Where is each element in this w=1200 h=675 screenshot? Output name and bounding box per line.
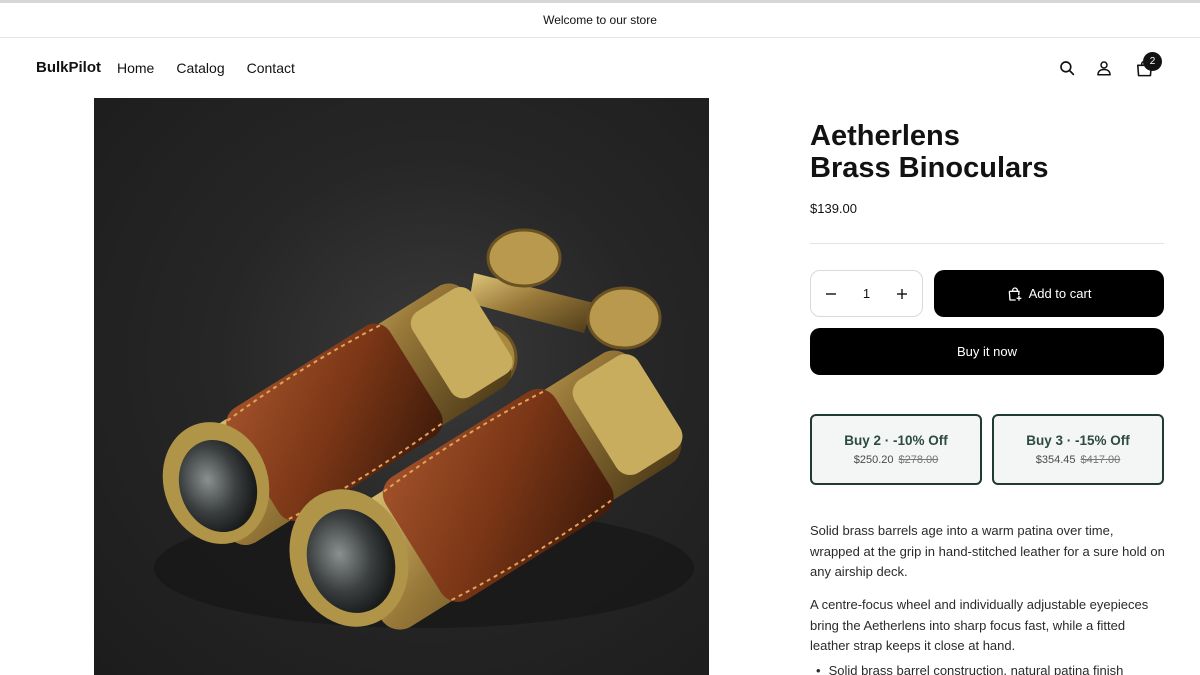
add-to-cart-label: Add to cart <box>1028 286 1092 301</box>
nav-link-contact[interactable]: Contact <box>247 60 295 76</box>
bundle-compare-price: $417.00 <box>1080 454 1121 466</box>
product-description-paragraph: A centre-focus wheel and individually ad… <box>810 597 1149 653</box>
announcement-text: Welcome to our store <box>543 13 657 27</box>
minus-icon <box>826 292 836 295</box>
site-header: BulkPilot Home Catalog Contact <box>0 38 1200 98</box>
feature-text: Solid brass barrel construction, natural… <box>828 663 1124 675</box>
binoculars-photo <box>154 228 694 630</box>
product-title: Aetherlens Brass Binoculars <box>810 120 1164 184</box>
cart-count-badge: 2 <box>1143 52 1162 71</box>
cart-add-icon <box>1008 286 1021 301</box>
store-logo[interactable]: BulkPilot <box>36 59 101 76</box>
product-image[interactable] <box>94 98 709 675</box>
nav-link-home[interactable]: Home <box>117 60 154 76</box>
add-to-cart-button[interactable]: Add to cart <box>934 270 1164 317</box>
product-title-line-2: Brass Binoculars <box>810 152 1049 184</box>
account-icon <box>1097 61 1111 76</box>
quantity-stepper: 1 <box>810 270 923 317</box>
buy-now-label: Buy it now <box>957 344 1017 359</box>
bundle-label: Buy 2 · -10% Off <box>844 433 948 448</box>
bundle-price: $354.45 <box>1035 454 1076 466</box>
main-nav: Home Catalog Contact <box>117 60 295 76</box>
quantity-decrease-button[interactable] <box>821 284 841 304</box>
search-button[interactable] <box>1055 56 1079 80</box>
feature-list-item: • Solid brass barrel construction, natur… <box>810 661 1166 675</box>
search-icon <box>1060 61 1075 76</box>
quantity-input[interactable]: 1 <box>852 286 882 301</box>
feature-list: • Solid brass barrel construction, natur… <box>810 661 1166 675</box>
product-description-paragraph: Solid brass barrels age into a warm pati… <box>810 523 1165 579</box>
price-divider <box>810 243 1164 244</box>
bullet-dot: • <box>816 663 821 675</box>
bundle-label: Buy 3 · -15% Off <box>1026 433 1130 448</box>
bundle-price: $250.20 <box>853 454 894 466</box>
plus-icon <box>897 288 907 299</box>
announcement-bar: Welcome to our store <box>0 3 1200 37</box>
bundle-offer-buy-2[interactable]: Buy 2 · -10% Off $250.20 $278.00 <box>810 414 982 485</box>
bundle-compare-price: $278.00 <box>898 454 939 466</box>
bundle-offer-buy-3[interactable]: Buy 3 · -15% Off $354.45 $417.00 <box>992 414 1164 485</box>
quantity-increase-button[interactable] <box>892 284 912 304</box>
nav-link-catalog[interactable]: Catalog <box>176 60 224 76</box>
account-button[interactable] <box>1092 56 1116 80</box>
bundle-prices: $250.20 $278.00 <box>854 454 939 466</box>
product-title-line-1: Aetherlens <box>810 120 960 152</box>
bundle-prices: $354.45 $417.00 <box>1036 454 1121 466</box>
buy-now-button[interactable]: Buy it now <box>810 328 1164 375</box>
product-price: $139.00 <box>810 201 857 216</box>
